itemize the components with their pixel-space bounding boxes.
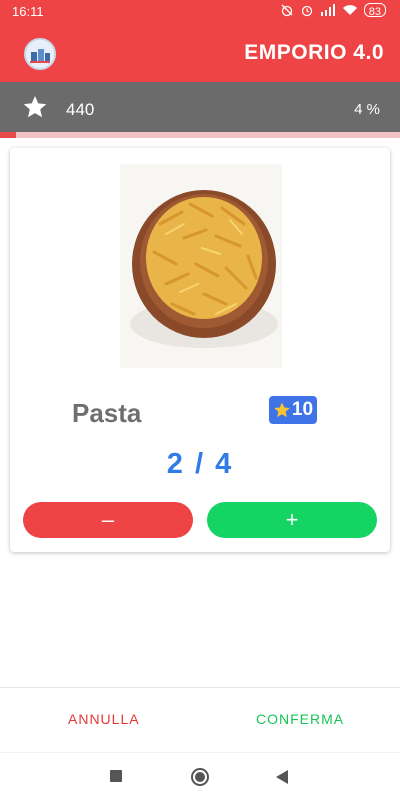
star-icon xyxy=(23,95,47,118)
status-time: 16:11 xyxy=(12,4,44,19)
battery-icon: 83 xyxy=(363,3,386,18)
plus-label: + xyxy=(285,507,299,532)
points-value: 10 xyxy=(291,399,314,420)
app-title: EMPORIO 4.0 xyxy=(244,41,384,64)
points-badge: 10 xyxy=(269,396,317,424)
progress-bar xyxy=(0,132,400,138)
score-percent: 4 % xyxy=(354,101,380,118)
footer-divider xyxy=(0,687,400,688)
progress-fill xyxy=(0,132,16,138)
score-bar: 440 4 % xyxy=(0,82,400,132)
minus-label: – xyxy=(101,507,115,532)
decrease-button[interactable]: – xyxy=(23,502,193,538)
increase-button[interactable]: + xyxy=(207,502,377,538)
alarm-icon xyxy=(301,5,312,17)
emporio-logo-icon[interactable] xyxy=(24,38,56,70)
pasta-bowl-image xyxy=(120,164,282,368)
recents-icon[interactable] xyxy=(110,770,122,782)
cancel-button[interactable]: ANNULLA xyxy=(68,711,140,727)
app-bar: EMPORIO 4.0 xyxy=(0,24,400,82)
star-icon xyxy=(274,402,290,418)
back-icon[interactable] xyxy=(276,770,288,784)
system-nav-bar xyxy=(0,752,400,800)
quantity-counter: 2 / 4 xyxy=(166,448,234,480)
confirm-button[interactable]: CONFERMA xyxy=(256,711,344,727)
alarm-off-icon xyxy=(281,4,293,17)
score-points: 440 xyxy=(66,100,95,119)
status-bar: 16:11 83 xyxy=(0,0,400,24)
wifi-icon xyxy=(342,5,357,15)
signal-icon xyxy=(320,4,335,16)
home-icon[interactable] xyxy=(191,768,209,786)
product-card: Pasta 10 2 / 4 – + xyxy=(10,148,390,552)
status-icons: 83 xyxy=(280,3,386,18)
product-name: Pasta xyxy=(72,398,142,428)
